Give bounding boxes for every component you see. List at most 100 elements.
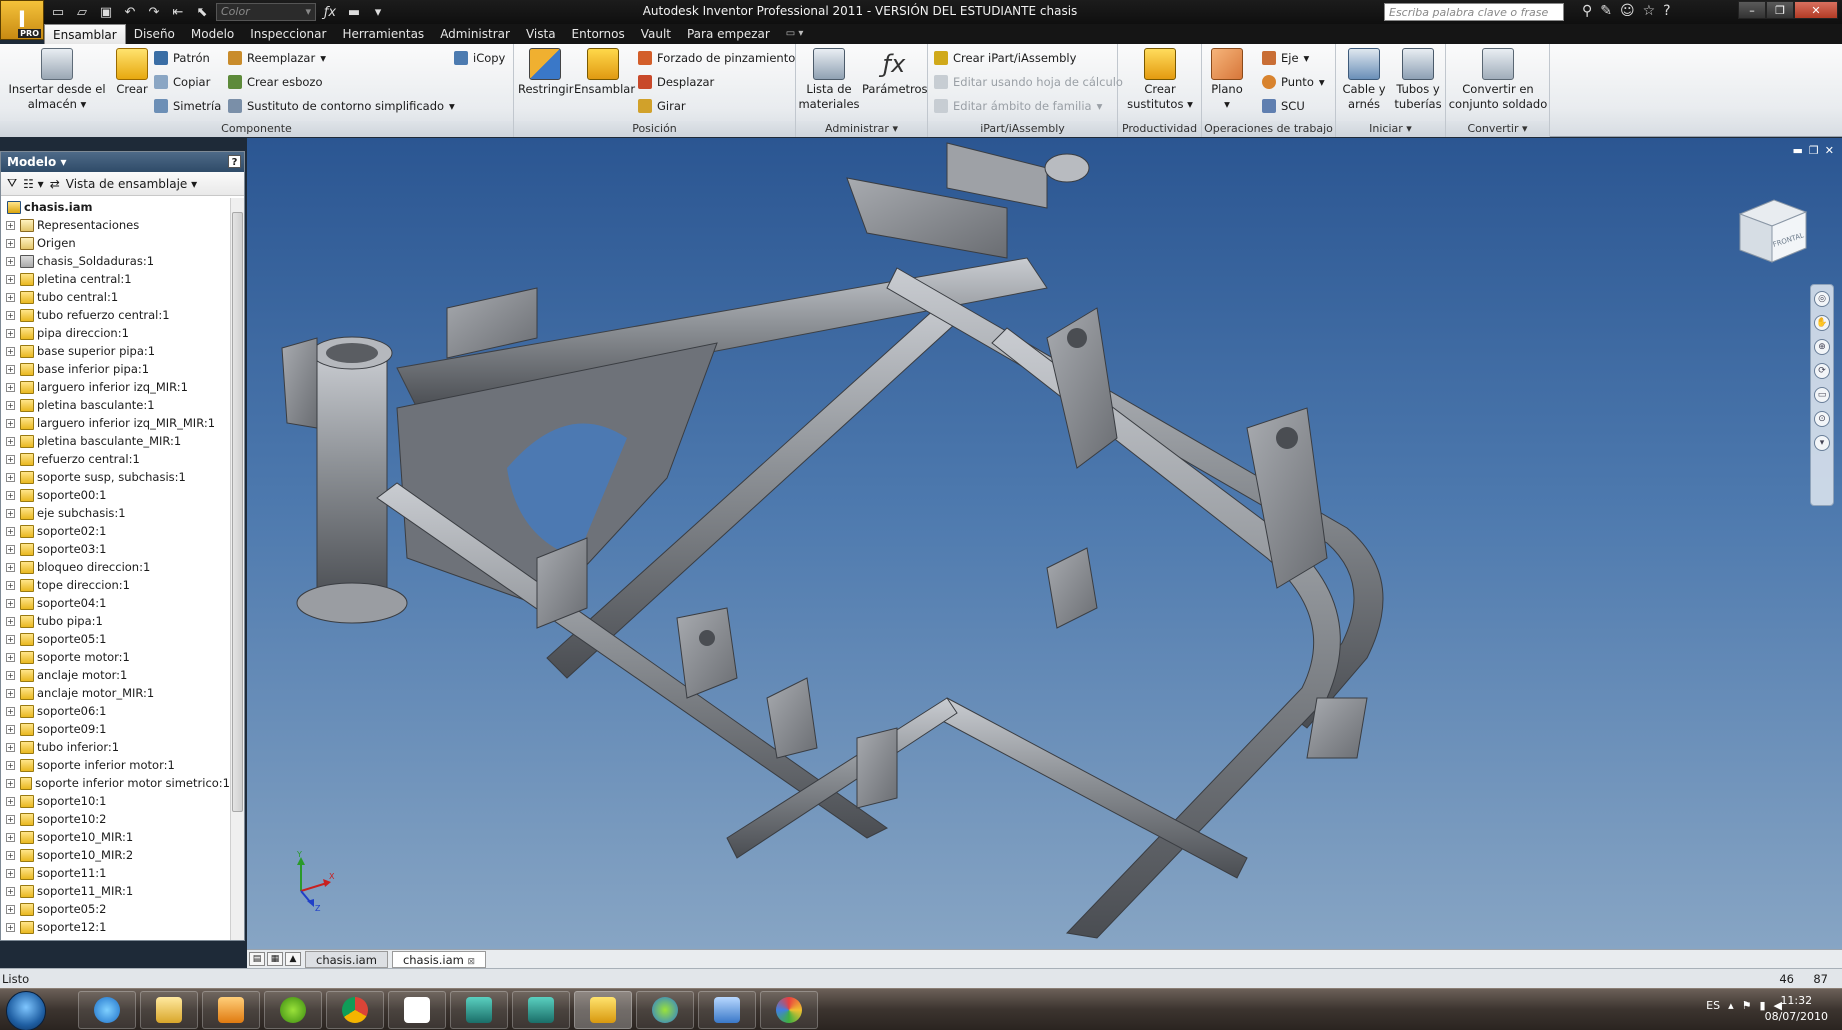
browser-scrollbar[interactable] — [230, 198, 244, 940]
expand-icon[interactable]: + — [6, 634, 15, 644]
expand-icon[interactable]: + — [6, 652, 15, 662]
tree-item[interactable]: + tubo inferior:1 — [1, 738, 230, 756]
expand-icon[interactable]: + — [6, 616, 15, 626]
select-icon[interactable]: ⬉ — [192, 2, 212, 22]
tray-expand-icon[interactable]: ▴ — [1728, 999, 1734, 1012]
application-menu-button[interactable]: I PRO — [0, 0, 44, 40]
replace-button[interactable]: Reemplazar ▾ — [228, 48, 326, 68]
tree-item[interactable]: + soporte inferior motor simetrico:1 — [1, 774, 230, 792]
edit-spreadsheet-button[interactable]: Editar usando hoja de cálculo — [934, 72, 1123, 92]
expand-icon[interactable]: + — [6, 508, 15, 518]
bill-of-materials-button[interactable]: Lista de materiales — [798, 48, 860, 112]
parameters-button[interactable]: ƒx Parámetros — [862, 48, 928, 97]
edit-family-scope-button[interactable]: Editar ámbito de familia ▾ — [934, 96, 1102, 116]
tree-item[interactable]: + soporte10_MIR:1 — [1, 828, 230, 846]
taskbar-inventor[interactable] — [574, 991, 632, 1029]
tree-item[interactable]: + Origen — [1, 234, 230, 252]
expand-icon[interactable]: + — [6, 382, 15, 392]
expand-icon[interactable]: + — [6, 256, 15, 266]
tab-vault[interactable]: Vault — [633, 24, 679, 44]
doc-tab-chasis-1[interactable]: chasis.iam — [305, 950, 388, 968]
assembly-view-select[interactable]: Vista de ensamblaje ▾ — [66, 177, 197, 191]
expand-icon[interactable]: + — [6, 670, 15, 680]
taskbar-messenger[interactable] — [636, 991, 694, 1029]
expand-icon[interactable]: + — [6, 580, 15, 590]
fx-icon[interactable]: ƒx — [320, 2, 340, 22]
expand-icon[interactable]: + — [6, 364, 15, 374]
browser-header[interactable]: Modelo ▾? — [1, 152, 244, 172]
expand-icon[interactable]: + — [6, 778, 15, 788]
expand-icon[interactable]: + — [6, 562, 15, 572]
tree-item[interactable]: + pipa direccion:1 — [1, 324, 230, 342]
tree-item[interactable]: + soporte04:1 — [1, 594, 230, 612]
expand-icon[interactable]: + — [6, 544, 15, 554]
expand-icon[interactable]: + — [6, 220, 15, 230]
expand-icon[interactable]: + — [6, 418, 15, 428]
create-ipart-button[interactable]: Crear iPart/iAssembly — [934, 48, 1076, 68]
taskbar-paint[interactable] — [760, 991, 818, 1029]
tree-item[interactable]: + tubo central:1 — [1, 288, 230, 306]
expand-icon[interactable]: + — [6, 490, 15, 500]
tree-item[interactable]: + larguero inferior izq_MIR_MIR:1 — [1, 414, 230, 432]
expand-icon[interactable]: + — [6, 724, 15, 734]
open-file-icon[interactable]: ▱ — [72, 2, 92, 22]
tab-inspeccionar[interactable]: Inspeccionar — [242, 24, 334, 44]
tile-windows-icon[interactable]: ▤ — [249, 952, 265, 966]
tree-item[interactable]: + soporte12:1 — [1, 918, 230, 936]
taskbar-media-player[interactable] — [202, 991, 260, 1029]
expand-icon[interactable]: + — [6, 274, 15, 284]
expand-icon[interactable]: + — [6, 760, 15, 770]
tree-item[interactable]: + soporte motor:1 — [1, 648, 230, 666]
pattern-button[interactable]: Patrón — [154, 48, 210, 68]
expand-icon[interactable]: + — [6, 454, 15, 464]
tree-item[interactable]: + pletina central:1 — [1, 270, 230, 288]
expand-icon[interactable]: + — [6, 814, 15, 824]
navbar-options-icon[interactable]: ▾ — [1814, 435, 1830, 451]
tab-vista[interactable]: Vista — [518, 24, 564, 44]
tree-options-icon[interactable]: ☷ ▾ — [23, 177, 44, 191]
tree-item[interactable]: + larguero inferior izq_MIR:1 — [1, 378, 230, 396]
expand-icon[interactable]: + — [6, 292, 15, 302]
panel-label-iniciar[interactable]: Iniciar ▾ — [1336, 121, 1445, 137]
help-icon[interactable]: ? — [1663, 3, 1670, 19]
tree-item[interactable]: + chasis_Soldaduras:1 — [1, 252, 230, 270]
zoom-all-icon[interactable]: ⊙ — [1814, 411, 1830, 427]
network-tray-icon[interactable]: ⚑ — [1742, 999, 1752, 1012]
viewport-minimize-icon[interactable]: ▬ — [1793, 144, 1803, 157]
undo-icon[interactable]: ↶ — [120, 2, 140, 22]
assemble-button[interactable]: Ensamblar — [574, 48, 635, 97]
expand-icon[interactable]: + — [6, 328, 15, 338]
tab-modelo[interactable]: Modelo — [183, 24, 242, 44]
filter-icon[interactable]: ⛛ — [7, 176, 17, 191]
cascade-windows-icon[interactable]: ▦ — [267, 952, 283, 966]
tree-item[interactable]: + tubo pipa:1 — [1, 612, 230, 630]
expand-icon[interactable]: + — [6, 850, 15, 860]
tree-item[interactable]: + soporte06:1 — [1, 702, 230, 720]
tree-root[interactable]: chasis.iam — [1, 198, 230, 216]
expand-icon[interactable]: + — [6, 706, 15, 716]
constrain-button[interactable]: Restringir — [518, 48, 573, 97]
viewport-restore-icon[interactable]: ❐ — [1809, 144, 1819, 157]
create-sketch-button[interactable]: Crear esbozo — [228, 72, 323, 92]
tree-item[interactable]: + base superior pipa:1 — [1, 342, 230, 360]
pan-icon[interactable]: ✋ — [1814, 315, 1830, 331]
taskbar-spotify[interactable] — [264, 991, 322, 1029]
orbit-icon[interactable]: ⟳ — [1814, 363, 1830, 379]
expand-icon[interactable]: + — [6, 238, 15, 248]
look-at-icon[interactable]: ▭ — [1814, 387, 1830, 403]
tree-item[interactable]: + soporte10:2 — [1, 810, 230, 828]
new-file-icon[interactable]: ▭ — [48, 2, 68, 22]
tree-item[interactable]: + soporte susp, subchasis:1 — [1, 468, 230, 486]
expand-icon[interactable]: + — [6, 742, 15, 752]
tree-item[interactable]: + refuerzo central:1 — [1, 450, 230, 468]
tab-herramientas[interactable]: Herramientas — [334, 24, 432, 44]
taskbar-ie[interactable] — [78, 991, 136, 1029]
tube-pipe-button[interactable]: Tubos y tuberías — [1392, 48, 1444, 112]
move-button[interactable]: Desplazar — [638, 72, 714, 92]
tree-item[interactable]: + soporte inferior motor:1 — [1, 756, 230, 774]
tab-scroll-up-icon[interactable]: ▲ — [285, 952, 301, 966]
tree-item[interactable]: + soporte10_MIR:2 — [1, 846, 230, 864]
tree-item[interactable]: + soporte03:1 — [1, 540, 230, 558]
tree-item[interactable]: + anclaje motor:1 — [1, 666, 230, 684]
panel-label-administrar[interactable]: Administrar ▾ — [796, 121, 927, 137]
